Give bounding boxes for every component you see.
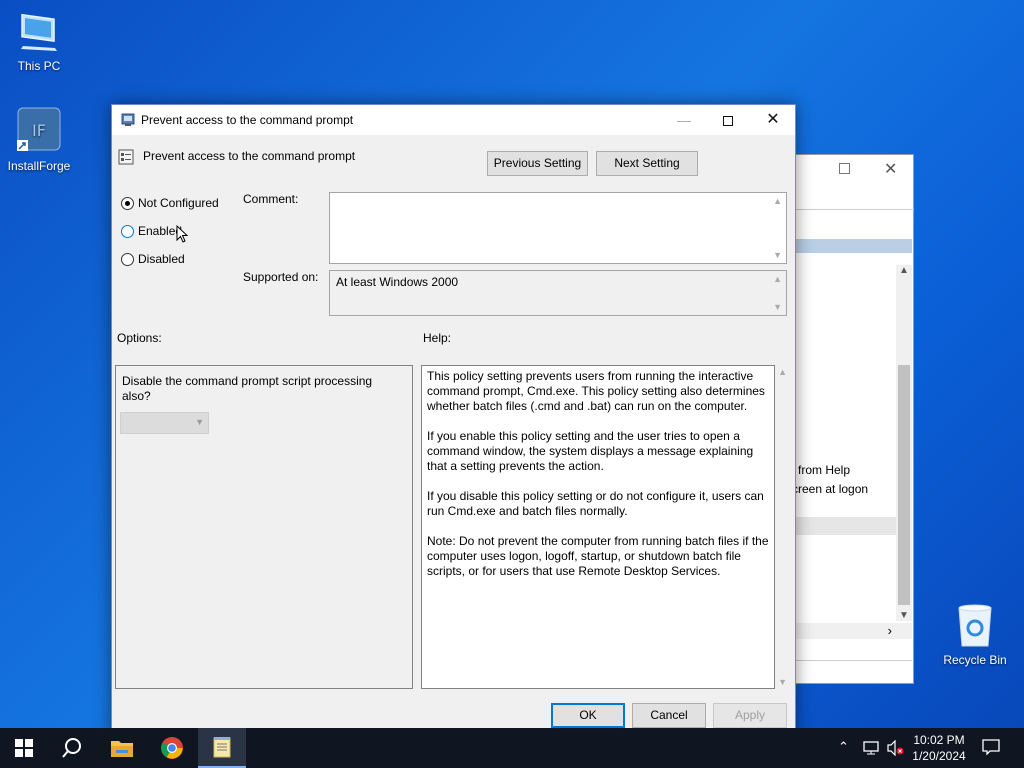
background-window[interactable]: ✕ ▲ ▼ from Help creen at logon › bbox=[792, 154, 914, 684]
tray-chevron-up-icon[interactable]: ⌃ bbox=[838, 739, 849, 755]
start-button[interactable] bbox=[0, 728, 48, 768]
search-icon bbox=[62, 738, 81, 758]
help-text: This policy setting prevents users from … bbox=[427, 369, 772, 594]
background-text: creen at logon bbox=[792, 482, 869, 496]
this-pc-icon[interactable]: This PC bbox=[1, 10, 77, 73]
notepad-button[interactable] bbox=[198, 728, 246, 768]
svg-text:IF: IF bbox=[32, 121, 46, 140]
apply-button[interactable]: Apply bbox=[713, 703, 787, 728]
minimize-button[interactable]: — bbox=[661, 105, 707, 135]
policy-editor-icon bbox=[121, 113, 135, 126]
vertical-scrollbar[interactable]: ▲ ▼ bbox=[896, 265, 912, 621]
scroll-down-icon[interactable]: ▼ bbox=[778, 677, 787, 687]
dialog-title: Prevent access to the command prompt bbox=[141, 113, 354, 127]
ok-button[interactable]: OK bbox=[551, 703, 625, 728]
close-icon[interactable]: ✕ bbox=[884, 159, 897, 179]
chevron-down-icon: ▼ bbox=[195, 417, 204, 427]
supported-on-field[interactable]: At least Windows 2000 ▲ ▼ bbox=[329, 270, 787, 316]
policy-setting-icon bbox=[118, 149, 134, 165]
monitor-icon bbox=[21, 13, 57, 51]
comment-input[interactable]: ▲ ▼ bbox=[329, 192, 787, 264]
cancel-button[interactable]: Cancel bbox=[632, 703, 706, 728]
recycle-bin-icon[interactable]: Recycle Bin bbox=[937, 602, 1013, 667]
radio-circle[interactable] bbox=[121, 253, 134, 266]
network-icon[interactable] bbox=[862, 740, 880, 756]
radio-label: Disabled bbox=[138, 252, 185, 266]
radio-circle-checked[interactable] bbox=[121, 197, 134, 210]
help-paragraph: If you disable this policy setting or do… bbox=[427, 489, 764, 518]
scroll-down-icon[interactable]: ▼ bbox=[899, 610, 909, 621]
file-explorer-button[interactable] bbox=[98, 728, 146, 768]
supported-on-value: At least Windows 2000 bbox=[336, 275, 459, 289]
selected-row[interactable] bbox=[796, 239, 912, 253]
help-paragraph: Note: Do not prevent the computer from r… bbox=[427, 534, 769, 578]
dialog-titlebar[interactable]: Prevent access to the command prompt — ✕ bbox=[112, 105, 795, 135]
taskbar: ⌃ 10:02 PM 1/20/2024 bbox=[0, 728, 1024, 768]
maximize-button[interactable] bbox=[705, 105, 751, 135]
help-paragraph: This policy setting prevents users from … bbox=[427, 369, 765, 413]
radio-circle[interactable] bbox=[121, 225, 134, 238]
clock-date: 1/20/2024 bbox=[912, 749, 966, 763]
script-processing-dropdown[interactable]: ▼ bbox=[120, 412, 209, 434]
installforge-label: InstallForge bbox=[7, 159, 71, 173]
help-scrollbar[interactable]: ▲ ▼ bbox=[775, 365, 789, 689]
background-text: from Help bbox=[798, 463, 851, 477]
search-button[interactable] bbox=[48, 728, 96, 768]
scroll-up-icon[interactable]: ▲ bbox=[773, 196, 782, 206]
next-setting-button[interactable]: Next Setting bbox=[596, 151, 698, 176]
divider bbox=[796, 660, 912, 661]
clock-time: 10:02 PM bbox=[913, 733, 965, 747]
chrome-button[interactable] bbox=[148, 728, 196, 768]
scroll-down-icon[interactable]: ▼ bbox=[773, 302, 782, 312]
horizontal-scrollbar[interactable]: › bbox=[796, 623, 912, 639]
close-button[interactable]: ✕ bbox=[750, 105, 796, 135]
maximize-icon[interactable] bbox=[839, 163, 850, 174]
scroll-right-icon[interactable]: › bbox=[888, 623, 892, 638]
notepad-icon bbox=[213, 737, 231, 758]
help-label: Help: bbox=[423, 331, 452, 345]
list-row[interactable] bbox=[796, 517, 896, 535]
background-window-titlebar[interactable]: ✕ bbox=[796, 155, 913, 185]
radio-label: Not Configured bbox=[138, 196, 219, 210]
policy-name: Prevent access to the command prompt bbox=[143, 149, 356, 163]
previous-setting-button[interactable]: Previous Setting bbox=[487, 151, 588, 176]
scrollbar-thumb[interactable] bbox=[898, 365, 910, 605]
scroll-down-icon[interactable]: ▼ bbox=[773, 250, 782, 260]
scroll-up-icon[interactable]: ▲ bbox=[773, 274, 782, 284]
maximize-icon bbox=[723, 116, 733, 127]
recycle-bin-label: Recycle Bin bbox=[943, 653, 1007, 667]
notification-icon[interactable] bbox=[982, 739, 1000, 755]
policy-dialog[interactable]: Prevent access to the command prompt — ✕… bbox=[111, 104, 796, 738]
installforge-app-icon: IF bbox=[17, 107, 61, 151]
supported-on-label: Supported on: bbox=[243, 270, 319, 284]
comment-label: Comment: bbox=[243, 192, 299, 206]
chrome-icon bbox=[161, 737, 183, 759]
options-label: Options: bbox=[117, 331, 162, 345]
option-question: Disable the command prompt script proces… bbox=[122, 374, 373, 403]
scroll-up-icon[interactable]: ▲ bbox=[899, 265, 909, 276]
clock[interactable]: 10:02 PM 1/20/2024 bbox=[905, 732, 973, 764]
this-pc-label: This PC bbox=[17, 59, 61, 73]
divider bbox=[796, 209, 914, 210]
installforge-icon[interactable]: IF InstallForge bbox=[1, 106, 77, 173]
help-panel: This policy setting prevents users from … bbox=[421, 365, 775, 689]
volume-muted-icon[interactable] bbox=[886, 740, 904, 756]
trash-icon bbox=[958, 604, 992, 647]
options-panel: Disable the command prompt script proces… bbox=[115, 365, 413, 689]
windows-logo-icon bbox=[15, 739, 33, 757]
scroll-up-icon[interactable]: ▲ bbox=[778, 367, 787, 377]
folder-icon bbox=[111, 741, 133, 757]
help-paragraph: If you enable this policy setting and th… bbox=[427, 429, 754, 473]
mouse-cursor-icon bbox=[176, 225, 188, 243]
